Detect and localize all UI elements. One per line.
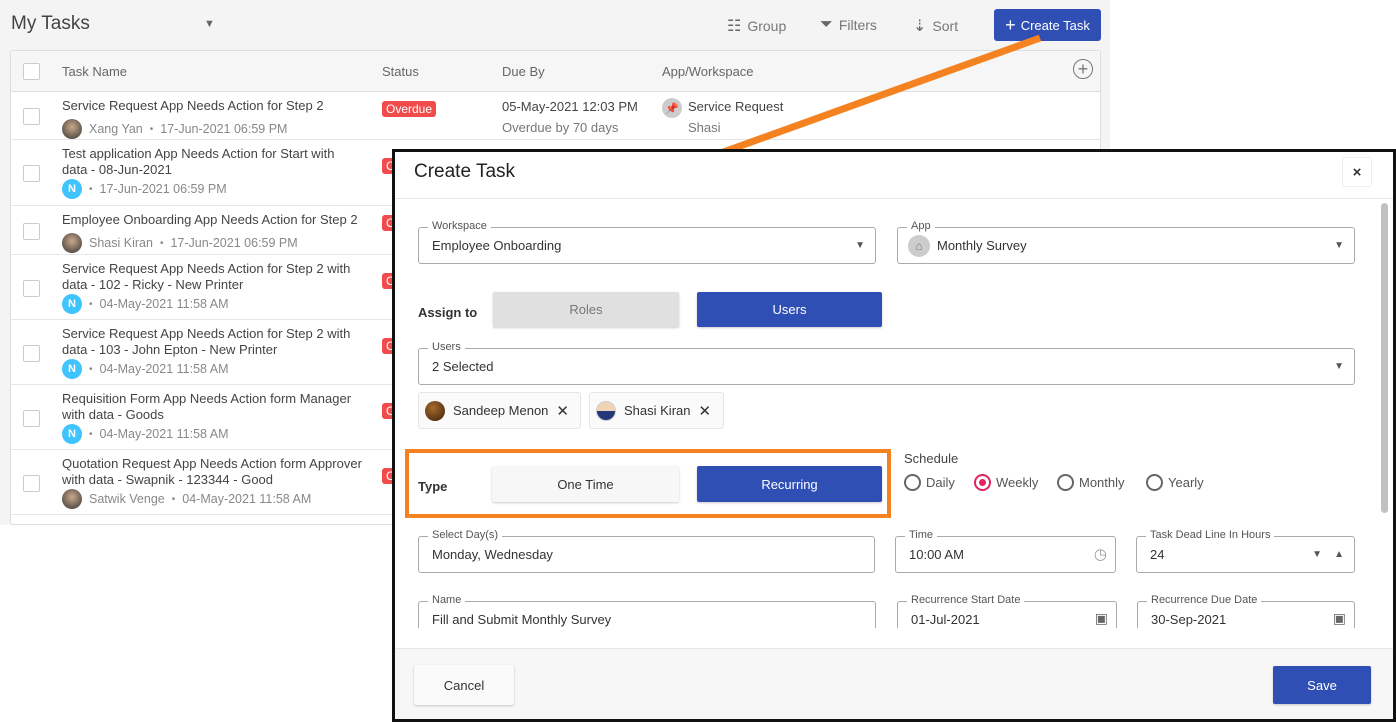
time-value: 10:00 AM bbox=[909, 547, 964, 562]
radio-monthly[interactable]: Monthly bbox=[1057, 474, 1125, 491]
dialog-footer bbox=[395, 648, 1393, 719]
remove-chip-icon[interactable]: ✕ bbox=[556, 402, 569, 420]
users-value: 2 Selected bbox=[432, 359, 494, 374]
user-chip: Shasi Kiran ✕ bbox=[589, 392, 724, 429]
type-label: Type bbox=[418, 479, 448, 494]
assign-to-label: Assign to bbox=[418, 305, 478, 320]
home-icon: ⌂ bbox=[908, 235, 930, 257]
name-label: Name bbox=[428, 594, 466, 606]
save-button[interactable]: Save bbox=[1273, 666, 1371, 704]
clock-icon[interactable]: ◷ bbox=[1094, 545, 1107, 563]
workspace-select[interactable]: Workspace Employee Onboarding ▼ bbox=[418, 220, 876, 264]
workspace-label: Workspace bbox=[428, 220, 491, 232]
chip-label: Sandeep Menon bbox=[453, 403, 549, 418]
chevron-down-icon: ▼ bbox=[855, 240, 865, 251]
users-select[interactable]: Users 2 Selected ▼ bbox=[418, 341, 1355, 385]
recurrence-start-field[interactable]: Recurrence Start Date 01-Jul-2021 ▣ bbox=[897, 594, 1117, 628]
divider bbox=[395, 198, 1393, 199]
radio-daily[interactable]: Daily bbox=[904, 474, 955, 491]
name-value: Fill and Submit Monthly Survey bbox=[432, 612, 612, 627]
due-value: 30-Sep-2021 bbox=[1151, 612, 1227, 627]
deadline-label: Task Dead Line In Hours bbox=[1146, 529, 1275, 541]
calendar-icon[interactable]: ▣ bbox=[1095, 610, 1108, 627]
avatar bbox=[596, 400, 616, 421]
chevron-down-icon: ▼ bbox=[1334, 240, 1344, 251]
roles-button[interactable]: Roles bbox=[493, 292, 679, 327]
app-value: Monthly Survey bbox=[937, 238, 1027, 253]
remove-chip-icon[interactable]: ✕ bbox=[698, 402, 711, 420]
days-value: Monday, Wednesday bbox=[432, 547, 553, 562]
scrollbar[interactable] bbox=[1381, 203, 1388, 513]
chevron-down-icon: ▼ bbox=[1334, 361, 1344, 372]
radio-label: Monthly bbox=[1079, 475, 1125, 490]
name-field[interactable]: Name Fill and Submit Monthly Survey bbox=[418, 594, 876, 628]
one-time-button[interactable]: One Time bbox=[492, 466, 679, 502]
workspace-value: Employee Onboarding bbox=[432, 238, 562, 253]
users-label: Users bbox=[428, 341, 465, 353]
cancel-button[interactable]: Cancel bbox=[414, 665, 514, 705]
radio-label: Daily bbox=[926, 475, 955, 490]
dialog-title: Create Task bbox=[414, 161, 516, 182]
days-label: Select Day(s) bbox=[428, 529, 503, 541]
app-select[interactable]: App ⌂ Monthly Survey ▼ bbox=[897, 220, 1355, 264]
increment-icon[interactable]: ▲ bbox=[1334, 549, 1344, 560]
start-value: 01-Jul-2021 bbox=[911, 612, 980, 627]
deadline-value: 24 bbox=[1150, 547, 1165, 562]
schedule-label: Schedule bbox=[904, 451, 959, 466]
time-field[interactable]: Time 10:00 AM ◷ bbox=[895, 529, 1116, 573]
calendar-icon[interactable]: ▣ bbox=[1333, 610, 1346, 627]
radio-weekly[interactable]: Weekly bbox=[974, 474, 1038, 491]
recurrence-due-field[interactable]: Recurrence Due Date 30-Sep-2021 ▣ bbox=[1137, 594, 1355, 628]
app-label: App bbox=[907, 220, 935, 232]
scroll-clip: Name Fill and Submit Monthly Survey Recu… bbox=[395, 590, 1375, 628]
time-label: Time bbox=[905, 529, 938, 541]
start-label: Recurrence Start Date bbox=[907, 594, 1025, 606]
close-button[interactable]: × bbox=[1342, 157, 1372, 187]
deadline-hours-field[interactable]: Task Dead Line In Hours 24 ▼ ▲ bbox=[1136, 529, 1355, 573]
decrement-icon[interactable]: ▼ bbox=[1312, 549, 1322, 560]
radio-label: Weekly bbox=[996, 475, 1039, 490]
due-label: Recurrence Due Date bbox=[1147, 594, 1262, 606]
users-button[interactable]: Users bbox=[697, 292, 882, 327]
avatar bbox=[425, 400, 445, 421]
recurring-button[interactable]: Recurring bbox=[697, 466, 882, 502]
select-days-field[interactable]: Select Day(s) Monday, Wednesday bbox=[418, 529, 875, 573]
user-chip: Sandeep Menon ✕ bbox=[418, 392, 581, 429]
radio-label: Yearly bbox=[1168, 475, 1204, 490]
chip-label: Shasi Kiran bbox=[624, 403, 691, 418]
radio-yearly[interactable]: Yearly bbox=[1146, 474, 1204, 491]
